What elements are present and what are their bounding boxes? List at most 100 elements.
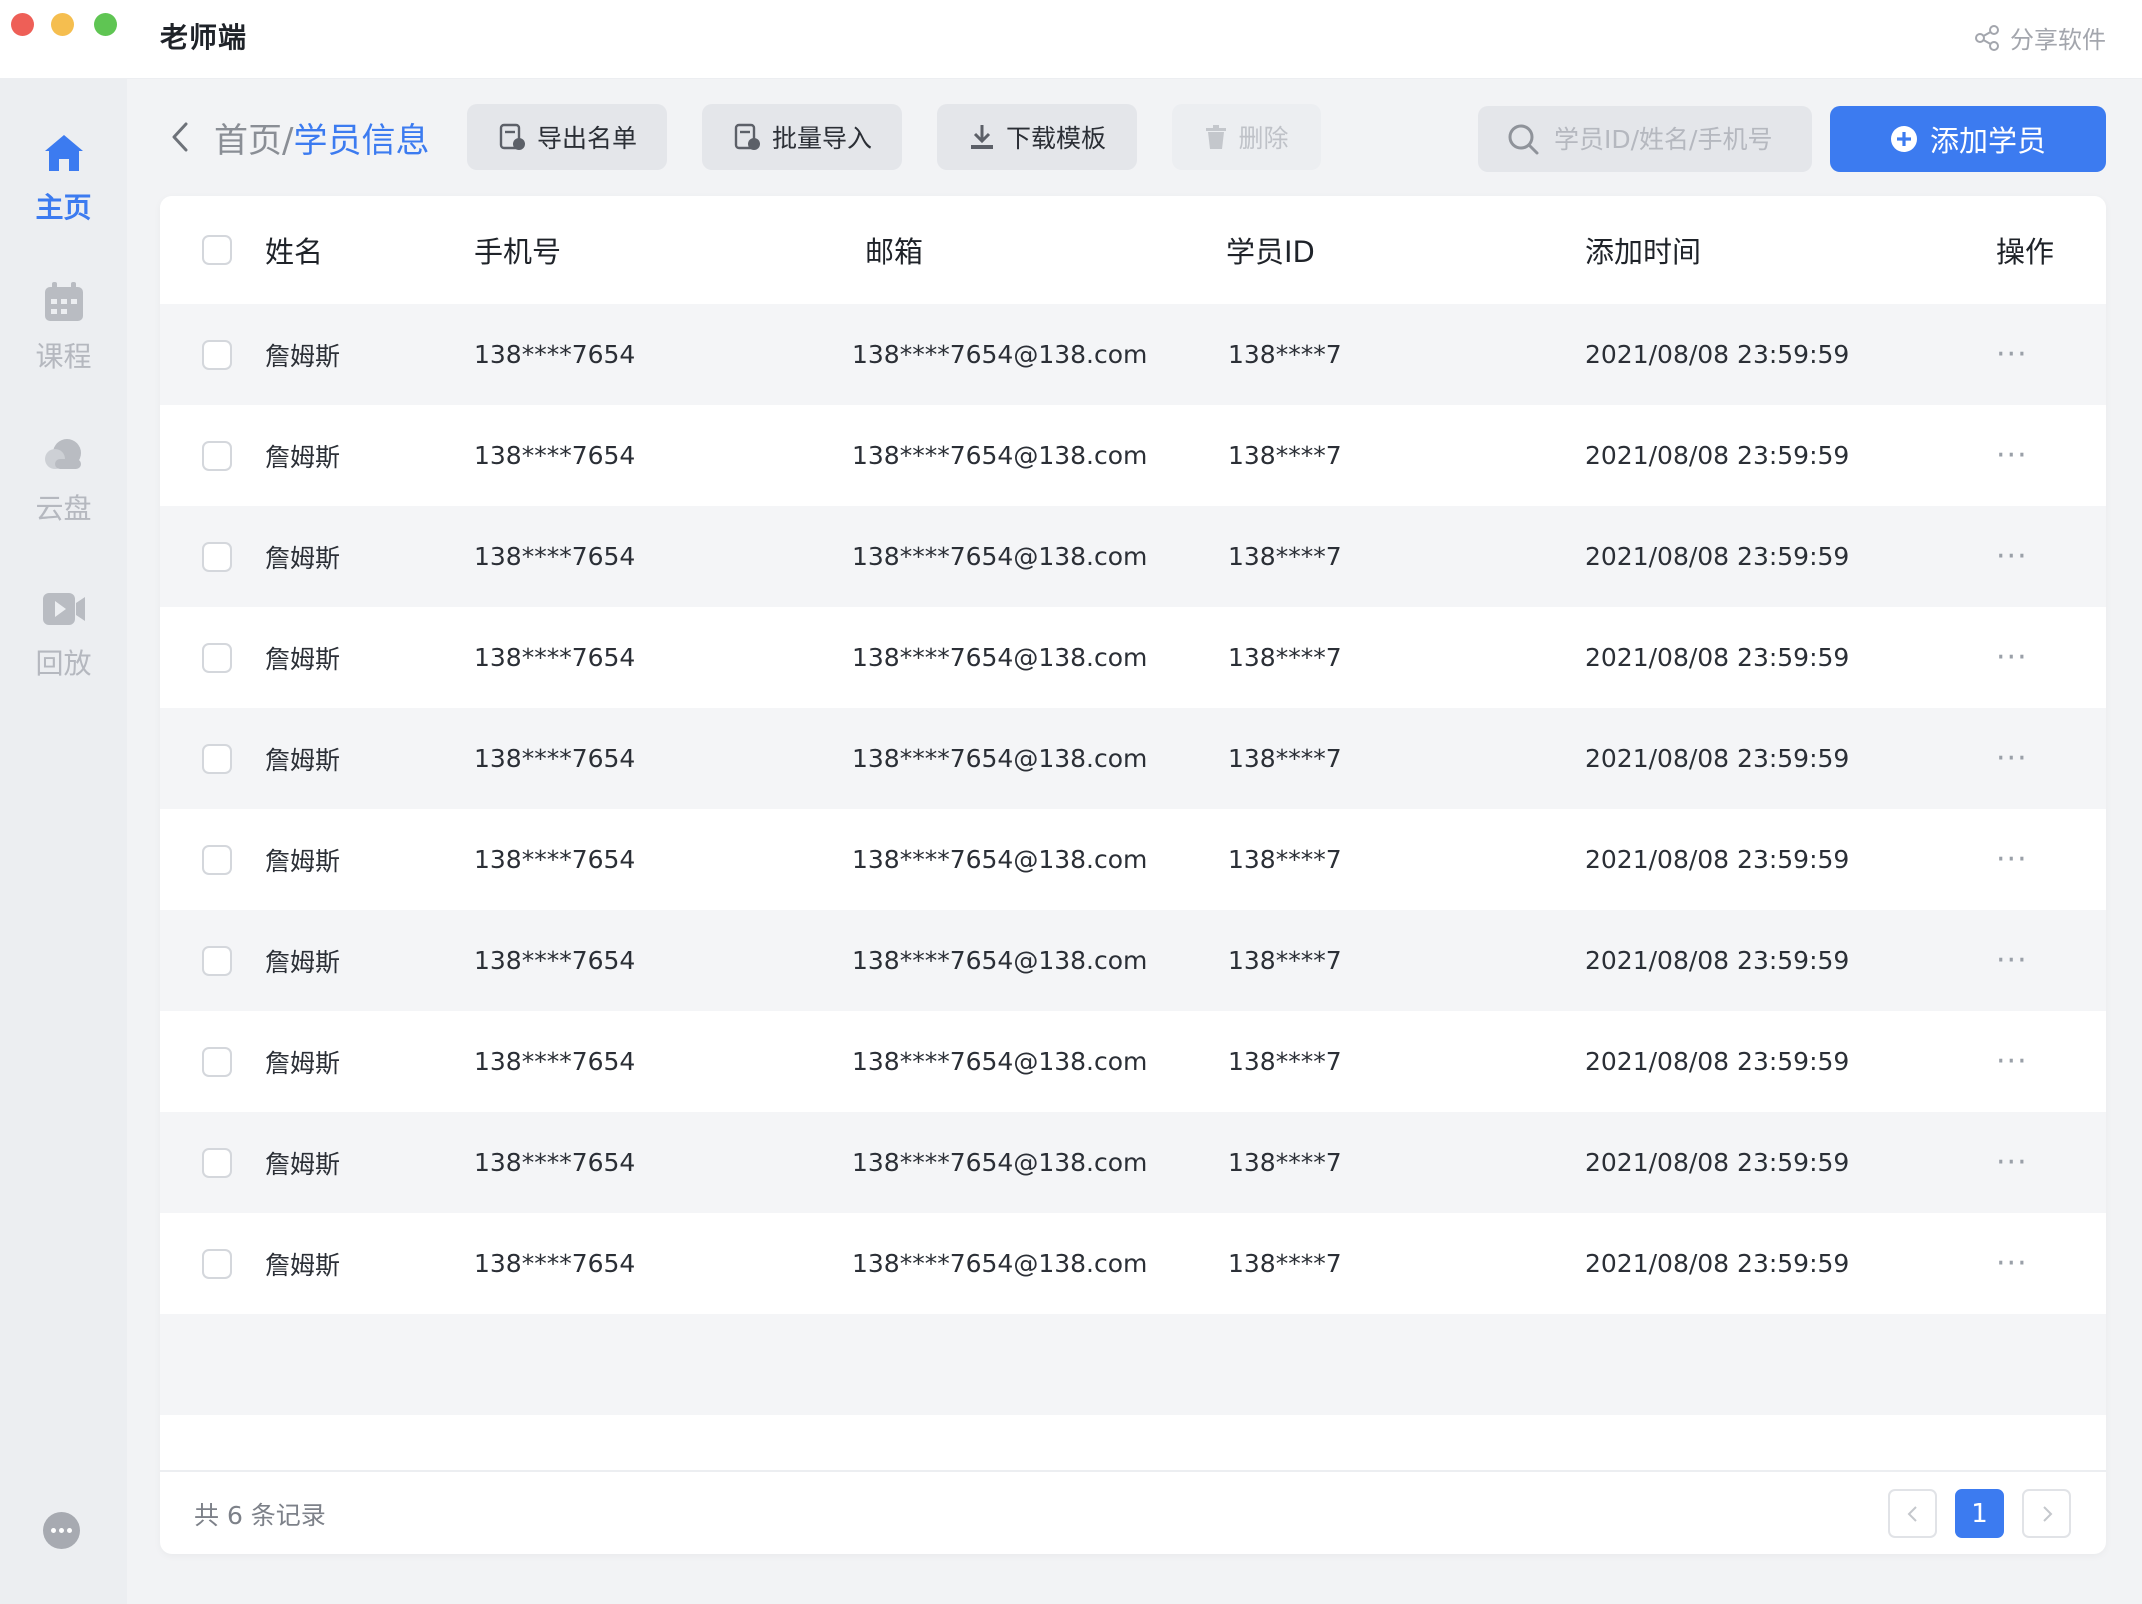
sidebar: 主页 课程 云盘 回放	[0, 79, 127, 1604]
table-row: 詹姆斯 138****7654 138****7654@138.com 138*…	[160, 607, 2106, 708]
cell-name: 詹姆斯	[265, 442, 341, 472]
more-actions-icon[interactable]: ···	[1996, 1011, 2028, 1112]
select-all-checkbox[interactable]	[202, 235, 232, 265]
cell-email: 138****7654@138.com	[852, 1148, 1148, 1177]
cell-email: 138****7654@138.com	[852, 643, 1148, 672]
export-list-button[interactable]: 导出名单	[467, 104, 667, 170]
template-label: 下载模板	[1005, 124, 1106, 153]
breadcrumb: 首页/学员信息	[214, 113, 429, 162]
cell-email: 138****7654@138.com	[852, 1047, 1148, 1076]
cell-name: 詹姆斯	[265, 947, 341, 977]
row-checkbox[interactable]	[202, 541, 232, 572]
delete-label: 删除	[1238, 124, 1289, 153]
sidebar-item-cloud[interactable]: 云盘	[0, 431, 127, 527]
table-header: 姓名 手机号 邮箱 学员ID 添加时间 操作	[160, 196, 2106, 304]
empty-row	[160, 1314, 2106, 1415]
cell-phone: 138****7654	[474, 441, 636, 470]
cell-added-time: 2021/08/08 23:59:59	[1585, 643, 1850, 672]
close-window-button[interactable]	[11, 13, 34, 36]
cell-email: 138****7654@138.com	[852, 845, 1148, 874]
batch-import-button[interactable]: 批量导入	[702, 104, 902, 170]
download-template-button[interactable]: 下载模板	[937, 104, 1137, 170]
cell-email: 138****7654@138.com	[852, 946, 1148, 975]
row-checkbox[interactable]	[202, 440, 232, 471]
app-window: 老师端 分享软件 主页 课程 云盘 回放 首页/学员信息 导出名单 批量导入 下…	[0, 0, 2142, 1604]
home-icon	[44, 135, 83, 171]
search-icon	[1508, 124, 1539, 155]
column-header-name: 姓名	[265, 235, 324, 269]
trash-icon	[1206, 125, 1227, 149]
sidebar-item-course[interactable]: 课程	[0, 279, 127, 375]
import-file-icon	[734, 123, 760, 150]
cell-email: 138****7654@138.com	[852, 744, 1148, 773]
sidebar-item-replay[interactable]: 回放	[0, 586, 127, 682]
row-checkbox[interactable]	[202, 1248, 232, 1279]
row-checkbox[interactable]	[202, 844, 232, 875]
sidebar-item-label: 主页	[35, 191, 92, 224]
cell-student-id: 138****7	[1228, 542, 1342, 571]
more-actions-icon[interactable]: ···	[1996, 304, 2028, 405]
next-page-button[interactable]	[2022, 1489, 2071, 1538]
more-actions-icon[interactable]: ···	[1996, 708, 2028, 809]
sidebar-item-home[interactable]: 主页	[0, 130, 127, 226]
chat-bubble-icon[interactable]	[43, 1512, 80, 1549]
cell-phone: 138****7654	[474, 744, 636, 773]
row-checkbox[interactable]	[202, 1046, 232, 1077]
more-actions-icon[interactable]: ···	[1996, 1112, 2028, 1213]
table-row: 詹姆斯 138****7654 138****7654@138.com 138*…	[160, 708, 2106, 809]
back-chevron-icon[interactable]	[168, 118, 194, 156]
calendar-icon	[44, 282, 83, 321]
video-icon	[42, 593, 85, 625]
breadcrumb-home[interactable]: 首页	[214, 121, 282, 161]
page-number-button[interactable]: 1	[1955, 1489, 2004, 1538]
minimize-window-button[interactable]	[51, 13, 74, 36]
cloud-icon	[44, 439, 81, 469]
cell-added-time: 2021/08/08 23:59:59	[1585, 1047, 1850, 1076]
table-footer: 共 6 条记录 1	[160, 1470, 2106, 1554]
more-actions-icon[interactable]: ···	[1996, 910, 2028, 1011]
cell-phone: 138****7654	[474, 340, 636, 369]
row-checkbox[interactable]	[202, 945, 232, 976]
cell-email: 138****7654@138.com	[852, 542, 1148, 571]
delete-button[interactable]: 删除	[1172, 104, 1321, 170]
more-actions-icon[interactable]: ···	[1996, 506, 2028, 607]
cell-phone: 138****7654	[474, 643, 636, 672]
search-input[interactable]	[1554, 124, 1794, 154]
table-row: 詹姆斯 138****7654 138****7654@138.com 138*…	[160, 1213, 2106, 1314]
prev-page-button[interactable]	[1888, 1489, 1937, 1538]
cell-phone: 138****7654	[474, 1148, 636, 1177]
cell-name: 詹姆斯	[265, 745, 341, 775]
row-checkbox[interactable]	[202, 743, 232, 774]
cell-added-time: 2021/08/08 23:59:59	[1585, 946, 1850, 975]
more-actions-icon[interactable]: ···	[1996, 809, 2028, 910]
cell-student-id: 138****7	[1228, 1148, 1342, 1177]
cell-student-id: 138****7	[1228, 1249, 1342, 1278]
table-row: 詹姆斯 138****7654 138****7654@138.com 138*…	[160, 1112, 2106, 1213]
maximize-window-button[interactable]	[94, 13, 117, 36]
add-student-button[interactable]: 添加学员	[1830, 106, 2106, 172]
share-button[interactable]: 分享软件	[1972, 20, 2106, 55]
add-circle-icon	[1890, 126, 1917, 152]
more-actions-icon[interactable]: ···	[1996, 607, 2028, 708]
more-actions-icon[interactable]: ···	[1996, 405, 2028, 506]
more-actions-icon[interactable]: ···	[1996, 1213, 2028, 1314]
search-box	[1478, 106, 1812, 172]
cell-phone: 138****7654	[474, 845, 636, 874]
cell-name: 詹姆斯	[265, 846, 341, 876]
share-label: 分享软件	[2010, 26, 2106, 54]
cell-added-time: 2021/08/08 23:59:59	[1585, 1249, 1850, 1278]
sidebar-item-label: 课程	[35, 340, 92, 373]
column-header-phone: 手机号	[474, 235, 562, 269]
row-checkbox[interactable]	[202, 339, 232, 370]
cell-student-id: 138****7	[1228, 1047, 1342, 1076]
cell-added-time: 2021/08/08 23:59:59	[1585, 845, 1850, 874]
chevron-left-icon	[1907, 1505, 1917, 1522]
row-checkbox[interactable]	[202, 1147, 232, 1178]
cell-email: 138****7654@138.com	[852, 441, 1148, 470]
cell-phone: 138****7654	[474, 946, 636, 975]
chevron-right-icon	[2042, 1505, 2052, 1522]
cell-phone: 138****7654	[474, 1047, 636, 1076]
row-checkbox[interactable]	[202, 642, 232, 673]
cell-phone: 138****7654	[474, 1249, 636, 1278]
export-label: 导出名单	[536, 124, 637, 153]
